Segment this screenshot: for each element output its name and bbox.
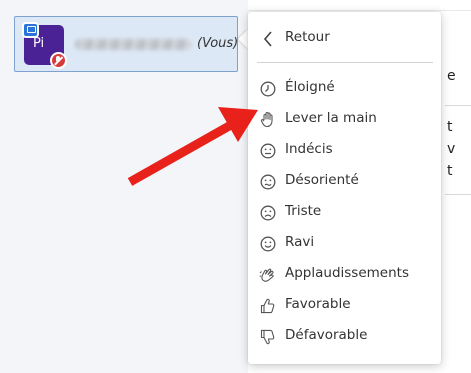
annotation-arrow xyxy=(127,107,258,186)
screen: Pi (Vous) e t v t Retour Éloigné Lever l… xyxy=(0,0,471,373)
